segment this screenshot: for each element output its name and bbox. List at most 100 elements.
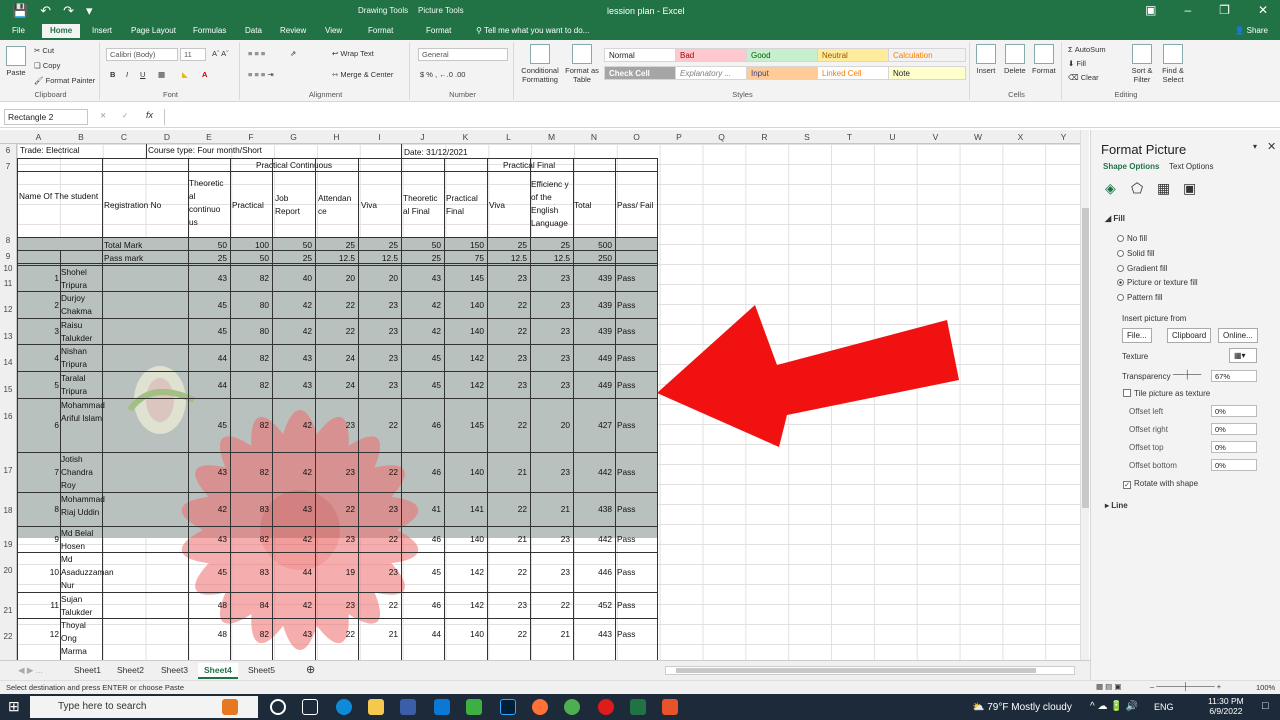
student-score[interactable]: 22 [487, 419, 527, 431]
row-header[interactable]: 22 [0, 632, 16, 641]
format-as-table-button[interactable]: Format as Table [564, 44, 600, 84]
student-score[interactable]: 43 [272, 379, 312, 391]
input-language[interactable]: ENG [1154, 702, 1174, 712]
student-score[interactable]: 452 [573, 599, 612, 611]
course-type-cell[interactable]: Course type: Four month/Short [148, 144, 328, 156]
redo-icon[interactable]: ↷ [63, 3, 74, 19]
student-score[interactable]: 46 [401, 599, 441, 611]
size-properties-icon[interactable]: ▦ [1157, 180, 1170, 197]
notification-icon[interactable]: □ [1262, 700, 1269, 712]
student-score[interactable]: 21 [530, 628, 570, 640]
column-header[interactable]: L [487, 132, 530, 142]
radio-picture-fill[interactable]: Picture or texture fill [1117, 278, 1198, 287]
student-score[interactable]: 442 [573, 466, 612, 478]
row-header[interactable]: 14 [0, 358, 16, 367]
student-result[interactable]: Pass [617, 503, 657, 515]
sheet-tab-5[interactable]: Sheet5 [242, 663, 281, 677]
student-result[interactable]: Pass [617, 352, 657, 364]
copy-button[interactable]: ❏ Copy [34, 61, 60, 70]
align-left-icons[interactable]: ≡ ≡ ≡ ⇥ [248, 70, 274, 79]
row-header[interactable]: 15 [0, 385, 16, 394]
student-sl[interactable]: 12 [17, 628, 59, 640]
student-score[interactable]: 22 [315, 299, 355, 311]
student-score[interactable]: 140 [444, 325, 484, 337]
italic-button[interactable]: I [126, 70, 128, 79]
view-buttons[interactable]: ▦ ▤ ▣ [1096, 682, 1121, 691]
student-score[interactable]: 145 [444, 272, 484, 284]
row-header[interactable]: 8 [0, 236, 16, 245]
conditional-formatting-button[interactable]: Conditional Formatting [518, 44, 562, 84]
student-score[interactable]: 80 [230, 299, 269, 311]
student-score[interactable]: 23 [358, 352, 398, 364]
radio-no-fill[interactable]: No fill [1117, 234, 1147, 243]
paste-button[interactable]: Paste [6, 46, 26, 77]
align-top-icons[interactable]: ≡ ≡ ≡ [248, 49, 265, 58]
student-score[interactable]: 141 [444, 503, 484, 515]
column-header[interactable]: H [315, 132, 358, 142]
excel-taskbar-icon[interactable] [630, 699, 646, 715]
student-score[interactable]: 42 [401, 325, 441, 337]
header-theoretical[interactable]: Theoretic al continuo us [189, 177, 229, 233]
student-score[interactable]: 24 [315, 379, 355, 391]
student-name[interactable]: Jotish Chandra Roy [61, 453, 103, 493]
column-header[interactable]: F [230, 132, 272, 142]
student-score[interactable]: 42 [272, 299, 312, 311]
column-header[interactable]: S [786, 132, 828, 142]
student-name[interactable]: Md Belal Hosen [61, 527, 103, 553]
ribbon-options-icon[interactable]: ▣ [1145, 3, 1156, 17]
style-calculation[interactable]: Calculation [888, 48, 966, 62]
recorder-icon[interactable] [662, 699, 678, 715]
tell-me-box[interactable]: ⚲ Tell me what you want to do... [476, 26, 589, 35]
tray-icons[interactable]: ^ ☁ 🔋 🔊 [1090, 701, 1138, 712]
save-icon[interactable]: 💾 [12, 3, 28, 19]
student-name[interactable]: Taralal Tripura [61, 372, 103, 399]
student-result[interactable]: Pass [617, 299, 657, 311]
opera-icon[interactable] [598, 699, 614, 715]
mail-icon[interactable] [434, 699, 450, 715]
tab-view[interactable]: View [325, 26, 342, 35]
student-score[interactable]: 442 [573, 533, 612, 545]
tile-picture-checkbox[interactable]: Tile picture as texture [1123, 389, 1210, 398]
row-header[interactable]: 21 [0, 606, 16, 615]
student-score[interactable]: 82 [230, 272, 269, 284]
student-score[interactable]: 23 [487, 352, 527, 364]
start-icon[interactable]: ⊞ [8, 698, 24, 714]
student-score[interactable]: 42 [272, 419, 312, 431]
clear-button[interactable]: ⌫ Clear [1068, 73, 1099, 82]
student-score[interactable]: 22 [530, 599, 570, 611]
header-english[interactable]: Efficienc y of the English Language [531, 178, 573, 234]
student-score[interactable]: 24 [315, 352, 355, 364]
student-score[interactable]: 42 [272, 325, 312, 337]
column-header[interactable]: N [573, 132, 615, 142]
header-practical-final[interactable]: Practical Final [446, 192, 488, 220]
header-attendance[interactable]: Attendan ce [318, 192, 358, 220]
student-result[interactable]: Pass [617, 466, 657, 478]
student-result[interactable]: Pass [617, 325, 657, 337]
student-score[interactable]: 23 [358, 503, 398, 515]
student-score[interactable]: 23 [315, 419, 355, 431]
student-sl[interactable]: 10 [17, 566, 59, 578]
column-header[interactable]: I [358, 132, 401, 142]
student-score[interactable]: 22 [487, 628, 527, 640]
font-size-box[interactable]: 11 [180, 48, 206, 61]
orientation-icon[interactable]: ⇗ [290, 49, 296, 58]
sheet-tab-2[interactable]: Sheet2 [111, 663, 150, 677]
vertical-scrollbar[interactable] [1080, 130, 1089, 660]
column-header[interactable]: G [272, 132, 315, 142]
number-format-box[interactable]: General [418, 48, 508, 61]
tab-file[interactable]: File [12, 26, 25, 35]
delete-cells-button[interactable]: Delete [1004, 44, 1026, 75]
student-name[interactable]: Raisu Talukder [61, 319, 103, 345]
student-score[interactable]: 449 [573, 379, 612, 391]
cortana-icon[interactable] [270, 699, 286, 715]
clock[interactable]: 11:30 PM 6/9/2022 [1208, 696, 1244, 716]
offset-left-input[interactable]: 0% [1211, 405, 1257, 417]
autosum-button[interactable]: Σ AutoSum [1068, 45, 1106, 54]
radio-solid-fill[interactable]: Solid fill [1117, 249, 1155, 258]
header-registration[interactable]: Registration No [104, 199, 186, 211]
horizontal-scroll-thumb[interactable] [676, 668, 1036, 673]
student-score[interactable]: 46 [401, 533, 441, 545]
student-score[interactable]: 22 [358, 466, 398, 478]
style-bad[interactable]: Bad [675, 48, 753, 62]
zoom-level[interactable]: 100% [1256, 683, 1275, 692]
